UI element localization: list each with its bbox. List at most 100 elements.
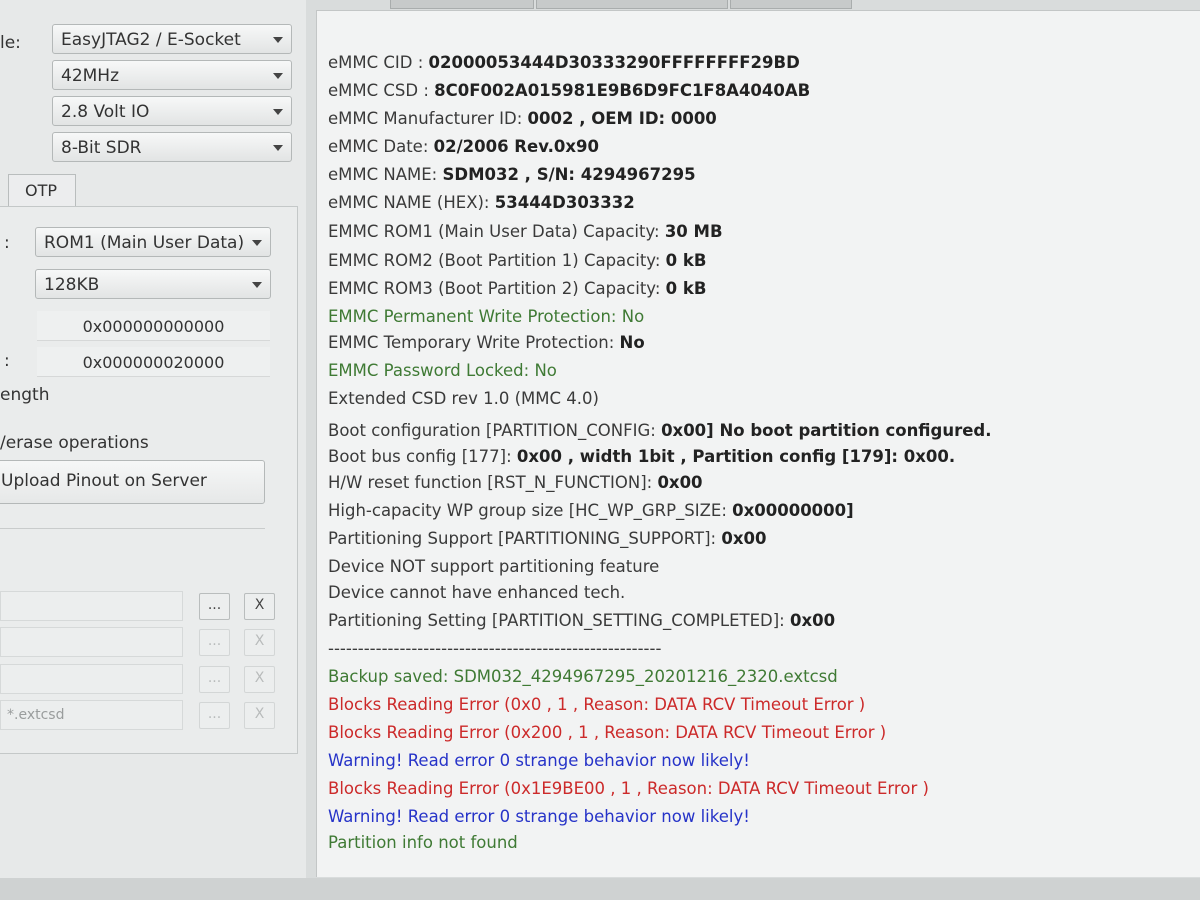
log-line-label: EMMC ROM2 (Boot Partition 1) Capacity: (328, 251, 666, 270)
chevron-down-icon (273, 37, 283, 43)
erase-operations-label: /erase operations (0, 433, 149, 453)
log-line: eMMC Date: 02/2006 Rev.0x90 (328, 137, 599, 157)
log-output[interactable]: eMMC CID : 02000053444D30333290FFFFFFFF2… (316, 10, 1200, 877)
browse-button[interactable]: ... (199, 702, 230, 729)
log-line: Blocks Reading Error (0x0 , 1 , Reason: … (328, 695, 865, 715)
chevron-down-icon (252, 282, 262, 288)
log-line: Partition info not found (328, 833, 518, 853)
top-tab[interactable] (390, 0, 534, 9)
log-line: EMMC Password Locked: No (328, 361, 557, 381)
log-line-value: 53444D303332 (494, 193, 635, 212)
length-label: ength (0, 385, 50, 405)
log-line: EMMC ROM2 (Boot Partition 1) Capacity: 0… (328, 251, 706, 271)
log-line: Blocks Reading Error (0x200 , 1 , Reason… (328, 723, 886, 743)
chevron-down-icon (252, 240, 262, 246)
end-address-label: : (4, 351, 10, 371)
log-line: Partitioning Setting [PARTITION_SETTING_… (328, 611, 835, 631)
log-line-label: Partitioning Setting [PARTITION_SETTING_… (328, 611, 790, 630)
bus-mode-value: 8-Bit SDR (61, 138, 142, 158)
top-tab[interactable] (730, 0, 852, 9)
end-address-field[interactable]: 0x000000020000 (37, 347, 270, 377)
log-line: Warning! Read error 0 strange behavior n… (328, 807, 750, 827)
size-value: 128KB (44, 275, 100, 295)
partition-select[interactable]: ROM1 (Main User Data) (35, 227, 271, 257)
log-line: Backup saved: SDM032_4294967295_20201216… (328, 667, 838, 687)
file-path-field[interactable] (0, 664, 183, 694)
log-line-value: 02/2006 Rev.0x90 (433, 137, 599, 156)
top-tab[interactable] (536, 0, 728, 9)
log-line-label: Partitioning Support [PARTITIONING_SUPPO… (328, 529, 722, 548)
log-line-value: 0 kB (665, 279, 707, 298)
settings-panel: le: EasyJTAG2 / E-Socket 42MHz 2.8 Volt … (0, 0, 306, 878)
log-line-label: Backup saved: SDM032_4294967295_20201216… (328, 667, 838, 686)
log-line-value: 02000053444D30333290FFFFFFFF29BD (428, 53, 800, 72)
log-line-label: EMMC Temporary Write Protection: (328, 333, 620, 352)
browse-button[interactable]: ... (199, 593, 230, 620)
interface-value: EasyJTAG2 / E-Socket (61, 30, 241, 50)
log-line-label: eMMC CSD : (328, 81, 435, 100)
frequency-value: 42MHz (61, 66, 120, 86)
partition-label: : (4, 233, 10, 253)
log-line-value: SDM032 , S/N: 4294967295 (442, 165, 696, 184)
log-line-value: 0x00 (721, 529, 767, 548)
log-line-label: Warning! Read error 0 strange behavior n… (328, 807, 750, 826)
extcsd-file-field[interactable]: *.extcsd (0, 700, 183, 730)
log-line-label: Device cannot have enhanced tech. (328, 583, 626, 602)
log-line: Device NOT support partitioning feature (328, 557, 659, 577)
log-line-label: H/W reset function [RST_N_FUNCTION]: (328, 473, 658, 492)
log-line-label: EMMC ROM1 (Main User Data) Capacity: (328, 222, 665, 241)
log-line-value: 8C0F002A015981E9B6D9FC1F8A4040AB (434, 81, 811, 100)
voltage-value: 2.8 Volt IO (61, 102, 150, 122)
voltage-select[interactable]: 2.8 Volt IO (52, 96, 292, 126)
log-line-label: Device NOT support partitioning feature (328, 557, 660, 576)
log-line: eMMC CID : 02000053444D30333290FFFFFFFF2… (328, 53, 800, 73)
clear-button[interactable]: X (244, 702, 275, 729)
interface-select[interactable]: EasyJTAG2 / E-Socket (52, 24, 292, 54)
log-line: ----------------------------------------… (328, 639, 661, 659)
file-path-field[interactable] (0, 627, 183, 657)
log-line-value: 0x00 , width 1bit , Partition config [17… (516, 447, 956, 466)
tab-otp[interactable]: OTP (8, 174, 76, 206)
clear-button[interactable]: X (244, 629, 275, 656)
log-line: Boot bus config [177]: 0x00 , width 1bit… (328, 447, 955, 467)
log-line-label: eMMC NAME: (328, 165, 443, 184)
log-line-label: EMMC Password Locked: No (328, 361, 557, 380)
log-line: Warning! Read error 0 strange behavior n… (328, 751, 750, 771)
log-line-label: Warning! Read error 0 strange behavior n… (328, 751, 750, 770)
log-line-value: 0002 , OEM ID: 0000 (527, 109, 717, 128)
log-line: eMMC NAME (HEX): 53444D303332 (328, 193, 635, 213)
size-select[interactable]: 128KB (35, 269, 271, 299)
log-line: EMMC ROM1 (Main User Data) Capacity: 30 … (328, 222, 723, 242)
log-line: Blocks Reading Error (0x1E9BE00 , 1 , Re… (328, 779, 929, 799)
log-line-value: 0 kB (665, 251, 707, 270)
log-line: eMMC CSD : 8C0F002A015981E9B6D9FC1F8A404… (328, 81, 810, 101)
log-line-value: 0x00] No boot partition configured. (661, 421, 992, 440)
log-line-label: Blocks Reading Error (0x0 , 1 , Reason: … (328, 695, 866, 714)
log-line-label: eMMC NAME (HEX): (328, 193, 495, 212)
frequency-select[interactable]: 42MHz (52, 60, 292, 90)
browse-button[interactable]: ... (199, 666, 230, 693)
browse-button[interactable]: ... (199, 629, 230, 656)
clear-button[interactable]: X (244, 593, 275, 620)
mode-label: le: (0, 33, 21, 53)
file-path-field[interactable] (0, 591, 183, 621)
log-line-label: eMMC Manufacturer ID: (328, 109, 528, 128)
top-tab-bar (390, 0, 1200, 9)
log-line-label: Boot configuration [PARTITION_CONFIG: (328, 421, 662, 440)
log-line: EMMC Temporary Write Protection: No (328, 333, 645, 353)
log-line: eMMC NAME: SDM032 , S/N: 4294967295 (328, 165, 696, 185)
upload-pinout-button[interactable]: Upload Pinout on Server (0, 460, 265, 504)
log-line: High-capacity WP group size [HC_WP_GRP_S… (328, 501, 854, 521)
log-line-label: Partition info not found (328, 833, 518, 852)
status-bar (0, 878, 1200, 900)
clear-button[interactable]: X (244, 666, 275, 693)
log-line: H/W reset function [RST_N_FUNCTION]: 0x0… (328, 473, 703, 493)
log-line-value: 0x00 (789, 611, 836, 630)
log-line-label: EMMC ROM3 (Boot Partition 2) Capacity: (328, 279, 666, 298)
log-line: EMMC Permanent Write Protection: No (328, 307, 644, 327)
bus-mode-select[interactable]: 8-Bit SDR (52, 132, 292, 162)
start-address-field[interactable]: 0x000000000000 (37, 311, 270, 341)
log-line-value: No (619, 333, 645, 352)
log-line: Device cannot have enhanced tech. (328, 583, 625, 603)
log-line-value: 0x00 (657, 473, 703, 492)
